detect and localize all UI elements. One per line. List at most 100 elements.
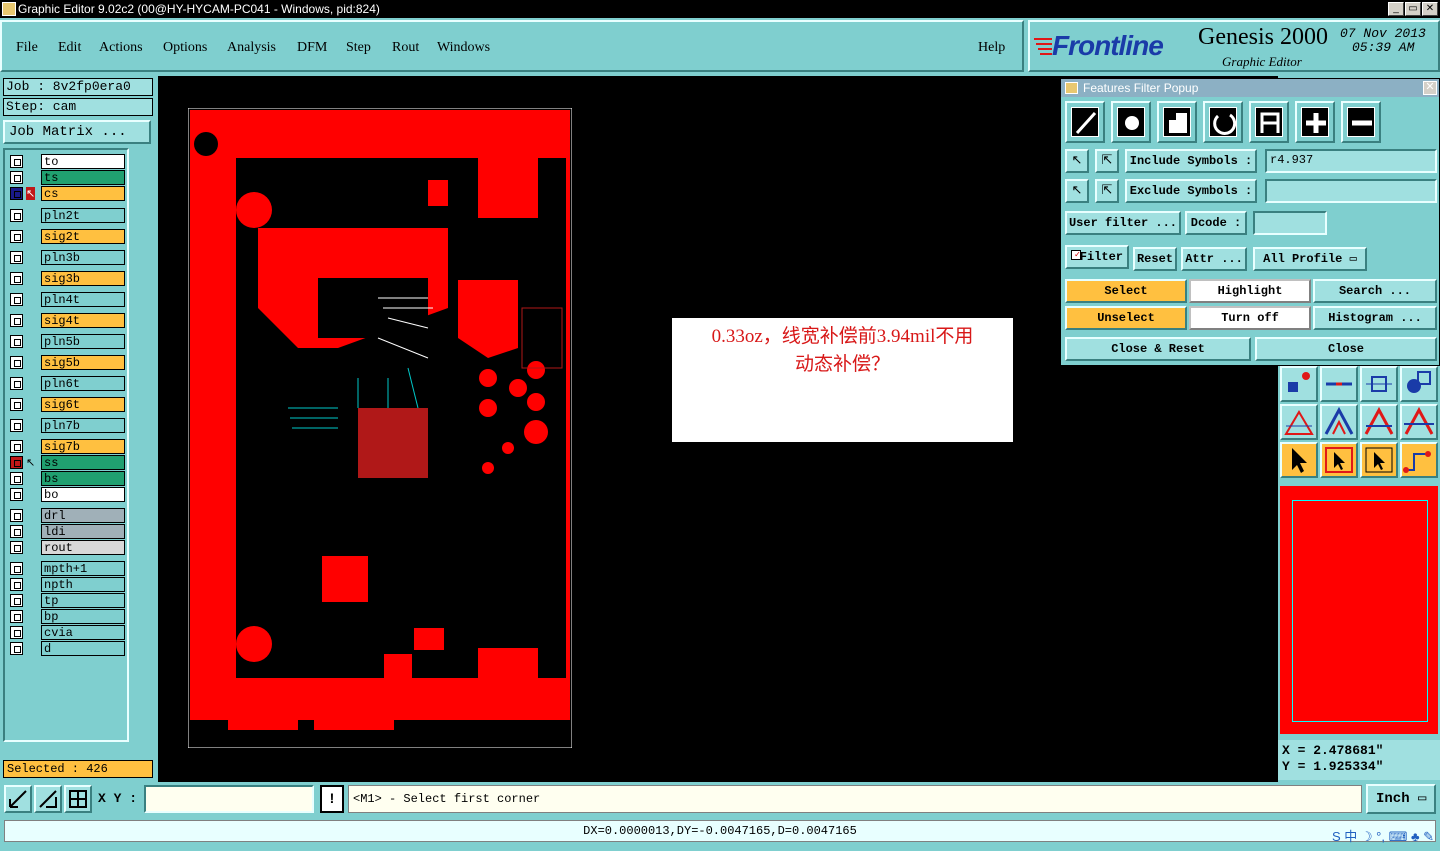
layer-name[interactable]: tp	[41, 593, 125, 608]
layer-name[interactable]: npth	[41, 577, 125, 592]
menu-step[interactable]: Step	[346, 40, 371, 56]
reset-button[interactable]: Reset	[1133, 247, 1177, 271]
layer-checkbox[interactable]	[10, 230, 23, 243]
pcb-board-view[interactable]	[188, 108, 572, 748]
xy-input[interactable]	[144, 785, 314, 813]
layer-name[interactable]: drl	[41, 508, 125, 523]
layer-checkbox[interactable]	[10, 171, 23, 184]
layer-name[interactable]: ss	[41, 455, 125, 470]
alert-icon[interactable]: !	[320, 785, 344, 813]
measure-distance-icon[interactable]	[1360, 366, 1398, 402]
layer-name[interactable]: pln7b	[41, 418, 125, 433]
layer-name[interactable]: to	[41, 154, 125, 169]
close-reset-button[interactable]: Close & Reset	[1065, 337, 1251, 361]
layer-row[interactable]: pln5b	[9, 334, 127, 349]
layer-checkbox[interactable]	[10, 578, 23, 591]
pad-feature-button[interactable]	[1111, 101, 1151, 143]
layer-row[interactable]: sig4t	[9, 313, 127, 328]
layer-row[interactable]: sig3b	[9, 271, 127, 286]
layer-checkbox[interactable]	[10, 272, 23, 285]
layer-checkbox[interactable]	[10, 251, 23, 264]
menu-help[interactable]: Help	[978, 40, 1005, 56]
layer-checkbox[interactable]	[10, 335, 23, 348]
layer-checkbox[interactable]	[10, 398, 23, 411]
measure-line-icon[interactable]	[1320, 366, 1358, 402]
layer-name[interactable]: sig5b	[41, 355, 125, 370]
dcode-input[interactable]	[1253, 211, 1327, 235]
menu-options[interactable]: Options	[163, 40, 207, 56]
layer-checkbox[interactable]	[10, 456, 23, 469]
layer-checkbox[interactable]	[10, 626, 23, 639]
layer-name[interactable]: sig7b	[41, 439, 125, 454]
layer-row[interactable]: pln7b	[9, 418, 127, 433]
filter-close-icon[interactable]: ✕	[1423, 81, 1437, 95]
line-feature-button[interactable]	[1065, 101, 1105, 143]
negative-polarity-button[interactable]	[1341, 101, 1381, 143]
unit-dropdown[interactable]: Inch ▭	[1366, 784, 1436, 814]
layer-row[interactable]: bs	[9, 471, 127, 486]
profile-dropdown[interactable]: All Profile ▭	[1253, 247, 1367, 271]
positive-polarity-button[interactable]	[1295, 101, 1335, 143]
zoom-area-icon[interactable]	[34, 785, 62, 813]
layer-name[interactable]: ldi	[41, 524, 125, 539]
layer-checkbox[interactable]	[10, 541, 23, 554]
include-arrow-icon[interactable]: ↖	[1065, 149, 1089, 173]
menu-windows[interactable]: Windows	[437, 40, 490, 56]
maximize-button[interactable]: ▭	[1405, 2, 1421, 16]
highlight-button[interactable]: Highlight	[1189, 279, 1311, 303]
layer-checkbox[interactable]	[10, 610, 23, 623]
zoom-home-icon[interactable]	[4, 785, 32, 813]
search-button[interactable]: Search ...	[1313, 279, 1437, 303]
layer-row[interactable]: npth	[9, 577, 127, 592]
layer-checkbox[interactable]	[10, 293, 23, 306]
include-popup-icon[interactable]: ⇱	[1095, 149, 1119, 173]
exclude-popup-icon[interactable]: ⇱	[1095, 179, 1119, 203]
layer-name[interactable]: cs	[41, 186, 125, 201]
layer-name[interactable]: bo	[41, 487, 125, 502]
layer-checkbox[interactable]	[10, 155, 23, 168]
layer-row[interactable]: ↖ ss	[9, 455, 127, 470]
layer-row[interactable]: bo	[9, 487, 127, 502]
layer-name[interactable]: sig2t	[41, 229, 125, 244]
surface-feature-button[interactable]	[1157, 101, 1197, 143]
shapes-icon[interactable]	[1400, 366, 1438, 402]
layer-name[interactable]: pln4t	[41, 292, 125, 307]
layer-checkbox[interactable]	[10, 314, 23, 327]
text-feature-button[interactable]	[1249, 101, 1289, 143]
histogram-button[interactable]: Histogram ...	[1313, 306, 1437, 330]
layer-name[interactable]: d	[41, 641, 125, 656]
turn-off-button[interactable]: Turn off	[1189, 306, 1311, 330]
layer-row[interactable]: d	[9, 641, 127, 656]
arc-feature-button[interactable]	[1203, 101, 1243, 143]
layer-checkbox[interactable]	[10, 642, 23, 655]
minimize-button[interactable]: _	[1388, 2, 1404, 16]
layer-row[interactable]: cvia	[9, 625, 127, 640]
layer-checkbox[interactable]	[10, 509, 23, 522]
layer-name[interactable]: cvia	[41, 625, 125, 640]
menu-edit[interactable]: Edit	[58, 40, 81, 56]
job-matrix-button[interactable]: Job Matrix ...	[3, 120, 151, 144]
layer-name[interactable]: rout	[41, 540, 125, 555]
layer-row[interactable]: bp	[9, 609, 127, 624]
layer-name[interactable]: bs	[41, 471, 125, 486]
pointer-box-icon[interactable]	[1320, 442, 1358, 478]
layer-row[interactable]: drl	[9, 508, 127, 523]
layer-name[interactable]: bp	[41, 609, 125, 624]
layer-checkbox[interactable]	[10, 488, 23, 501]
layer-row[interactable]: sig7b	[9, 439, 127, 454]
arch-cross-icon[interactable]	[1400, 404, 1438, 440]
menu-actions[interactable]: Actions	[99, 40, 143, 56]
layer-name[interactable]: mpth+1	[41, 561, 125, 576]
layer-name[interactable]: pln6t	[41, 376, 125, 391]
layer-row[interactable]: mpth+1	[9, 561, 127, 576]
layer-checkbox[interactable]	[10, 440, 23, 453]
layer-row[interactable]: ↖ cs	[9, 186, 127, 201]
triangle-red-icon[interactable]	[1280, 404, 1318, 440]
menu-analysis[interactable]: Analysis	[227, 40, 276, 56]
layer-row[interactable]: tp	[9, 593, 127, 608]
attr-button[interactable]: Attr ...	[1181, 247, 1247, 271]
close-button[interactable]: Close	[1255, 337, 1437, 361]
layer-row[interactable]: sig2t	[9, 229, 127, 244]
unselect-button[interactable]: Unselect	[1065, 306, 1187, 330]
layer-row[interactable]: to	[9, 154, 127, 169]
